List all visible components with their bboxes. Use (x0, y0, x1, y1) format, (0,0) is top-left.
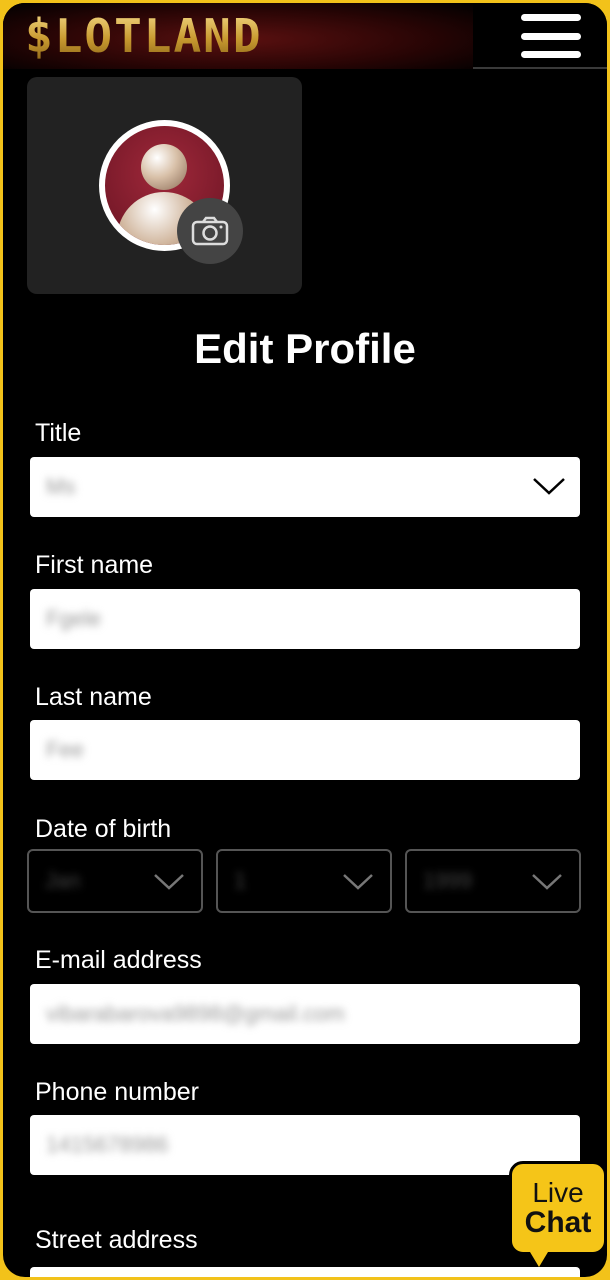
header: $LOTLAND (3, 3, 607, 69)
logo-text: $LOTLAND (25, 9, 263, 63)
dob-month-value: Jan (45, 868, 81, 893)
phone-field[interactable]: 1415678986 (30, 1115, 580, 1175)
phone-value: 1415678986 (46, 1132, 169, 1157)
title-label: Title (35, 419, 82, 447)
email-value: vibarabarova9898@gmail.com (46, 1001, 345, 1026)
live-chat-line1: Live (532, 1176, 584, 1208)
chevron-down-icon (343, 874, 373, 890)
hamburger-menu-icon[interactable] (521, 14, 581, 58)
logo[interactable]: $LOTLAND (3, 3, 473, 69)
dob-label: Date of birth (35, 815, 172, 843)
page-title: Edit Profile (194, 325, 416, 372)
chevron-down-icon (532, 874, 562, 890)
camera-icon[interactable] (177, 198, 243, 264)
dob-day-value: 1 (234, 868, 247, 893)
street-label: Street address (35, 1226, 198, 1254)
chevron-down-icon (533, 478, 565, 495)
phone-label: Phone number (35, 1078, 200, 1106)
live-chat-tail (527, 1247, 551, 1267)
live-chat-line2: Chat (524, 1205, 592, 1239)
first-name-field[interactable]: Fgele (30, 589, 580, 649)
last-name-label: Last name (35, 683, 152, 711)
email-label: E-mail address (35, 946, 202, 974)
chevron-down-icon (154, 874, 184, 890)
avatar-card (27, 77, 302, 294)
street-field[interactable] (30, 1267, 580, 1277)
last-name-value: Fee (46, 737, 84, 762)
dob-day-select[interactable]: 1 (216, 849, 392, 913)
first-name-label: First name (35, 551, 154, 579)
app-frame: $LOTLAND Edit Profile Title Ms First nam… (3, 3, 607, 1277)
live-chat-button[interactable]: Live Chat (509, 1161, 607, 1255)
dob-month-select[interactable]: Jan (27, 849, 203, 913)
email-field[interactable]: vibarabarova9898@gmail.com (30, 984, 580, 1044)
last-name-field[interactable]: Fee (30, 720, 580, 780)
dob-year-select[interactable]: 1999 (405, 849, 581, 913)
first-name-value: Fgele (46, 606, 102, 631)
dob-year-value: 1999 (423, 868, 472, 893)
title-select[interactable]: Ms (30, 457, 580, 517)
title-value: Ms (46, 474, 76, 499)
